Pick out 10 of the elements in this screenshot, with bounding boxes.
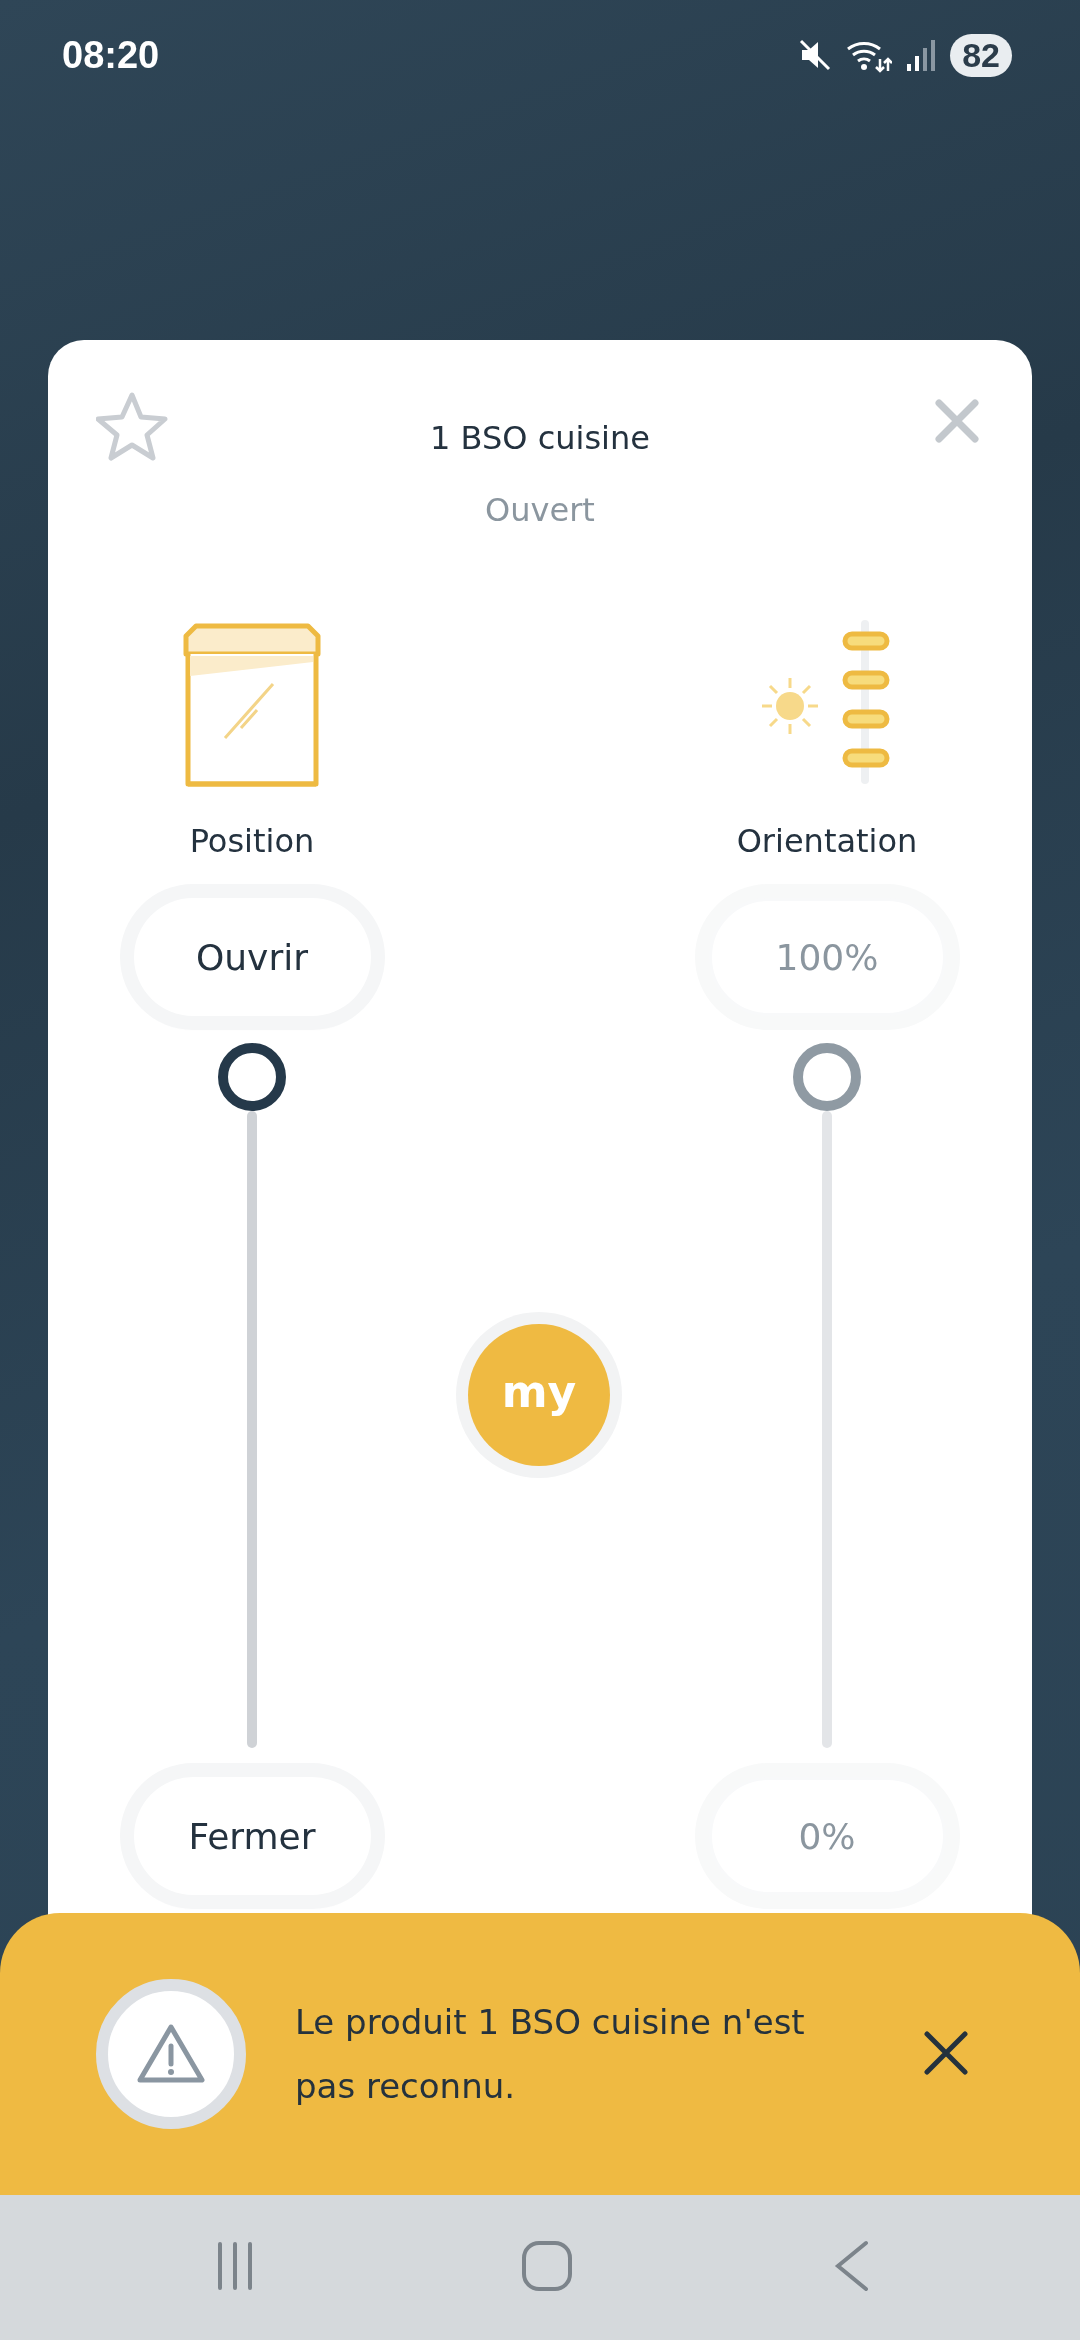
signal-icon bbox=[906, 38, 937, 72]
star-icon[interactable] bbox=[96, 390, 168, 462]
battery-indicator: 82 bbox=[950, 33, 1012, 77]
device-title: 1 BSO cuisine bbox=[430, 418, 650, 459]
clock: 08:20 bbox=[62, 33, 160, 77]
mute-icon bbox=[798, 38, 833, 72]
device-status: Ouvert bbox=[485, 490, 595, 531]
control-label: Position bbox=[189, 821, 315, 861]
control-label: Orientation bbox=[736, 821, 918, 861]
alert-message: Le produit 1 BSO cuisine n'est pas reconnu. bbox=[295, 2001, 806, 2108]
